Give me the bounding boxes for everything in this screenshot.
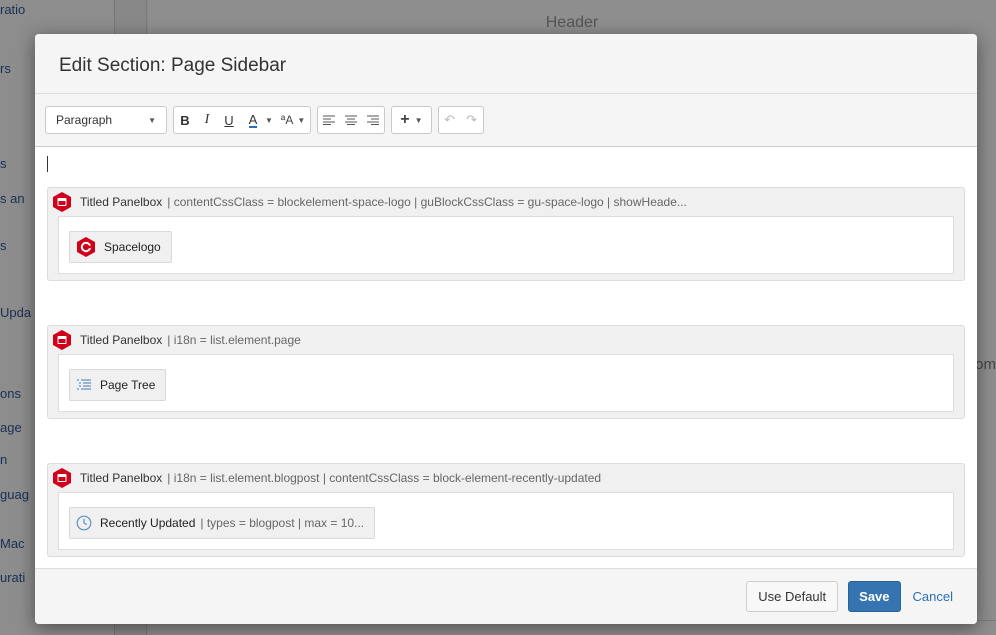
bg-nav-item: s (0, 156, 7, 171)
align-right-button[interactable] (362, 107, 384, 133)
titled-panelbox-macro[interactable]: Titled Panelbox | i18n = list.element.pa… (47, 325, 965, 419)
cancel-link[interactable]: Cancel (911, 589, 953, 604)
text-color-dropdown[interactable]: ▼ (262, 107, 276, 133)
spacelogo-macro[interactable]: Spacelogo (69, 231, 172, 263)
macro-params: | i18n = list.element.page (167, 333, 301, 347)
bg-nav-item: guag (0, 487, 29, 502)
macro-params: | i18n = list.element.blogpost | content… (167, 471, 602, 485)
bg-header-label: Header (545, 14, 599, 31)
bg-nav-item: s (0, 238, 7, 253)
text-color-label: A (248, 111, 258, 128)
macro-header: Titled Panelbox | i18n = list.element.pa… (48, 326, 964, 354)
bg-nav-item: Mac (0, 536, 25, 551)
panelbox-macro-icon (53, 192, 71, 212)
paragraph-group: Paragraph ▼ (45, 106, 167, 134)
macro-body: Spacelogo (58, 216, 954, 274)
plus-icon: + (400, 111, 410, 128)
align-left-button[interactable] (318, 107, 340, 133)
clock-icon (76, 515, 92, 531)
macro-chip-label: Page Tree (100, 378, 156, 392)
undo-icon: ↶ (444, 112, 456, 127)
alignment-group (317, 106, 386, 134)
more-formatting-label: ªA (280, 113, 294, 127)
bg-nav-item: ons (0, 386, 21, 401)
italic-button[interactable]: I (196, 107, 218, 133)
macro-params: | contentCssClass = blockelement-space-l… (167, 195, 687, 209)
bg-nav-item: s an (0, 191, 25, 206)
save-button[interactable]: Save (848, 581, 901, 612)
panelbox-macro-icon (53, 330, 71, 350)
text-format-group: B I U A ▼ ªA ▼ (173, 106, 312, 134)
bg-nav-item: urati (0, 570, 26, 585)
macro-chip-label: Recently Updated (100, 516, 196, 530)
chevron-down-icon: ▼ (265, 115, 273, 125)
bold-button[interactable]: B (174, 107, 196, 133)
chevron-down-icon: ▼ (148, 115, 156, 125)
panelbox-macro-icon (53, 468, 71, 488)
more-formatting-button[interactable]: ªA ▼ (276, 107, 310, 133)
bg-nav-item: ratio (0, 2, 26, 17)
editor-toolbar: Paragraph ▼ B I U A ▼ ªA ▼ + ▼ ↶ ↷ (35, 94, 977, 147)
macro-title: Titled Panelbox (80, 471, 163, 485)
chevron-down-icon: ▼ (414, 115, 423, 125)
redo-button[interactable]: ↷ (461, 107, 483, 133)
paragraph-format-select[interactable]: Paragraph ▼ (46, 107, 166, 133)
text-color-button[interactable]: A (240, 107, 262, 133)
macro-title: Titled Panelbox (80, 333, 163, 347)
undo-button[interactable]: ↶ (439, 107, 461, 133)
redo-icon: ↷ (466, 112, 478, 127)
bg-nav-item: n (0, 452, 8, 467)
align-left-icon (323, 115, 336, 125)
space-logo-icon (76, 237, 96, 257)
align-center-button[interactable] (340, 107, 362, 133)
edit-section-dialog: Edit Section: Page Sidebar Paragraph ▼ B… (35, 34, 977, 624)
macro-body: Recently Updated | types = blogpost | ma… (58, 492, 954, 550)
paragraph-format-label: Paragraph (56, 113, 113, 127)
bg-nav-item: rs (0, 61, 11, 76)
titled-panelbox-macro[interactable]: Titled Panelbox | contentCssClass = bloc… (47, 187, 965, 281)
underline-button[interactable]: U (218, 107, 240, 133)
bg-nav-item: Upda (0, 305, 32, 320)
macro-title: Titled Panelbox (80, 195, 163, 209)
editor-content[interactable]: Titled Panelbox | contentCssClass = bloc… (35, 148, 977, 568)
insert-group: + ▼ (391, 106, 432, 134)
bg-nav-item: age (0, 420, 22, 435)
macro-body: Page Tree (58, 354, 954, 412)
macro-header: Titled Panelbox | i18n = list.element.bl… (48, 464, 964, 492)
align-center-icon (345, 115, 358, 125)
recently-updated-macro[interactable]: Recently Updated | types = blogpost | ma… (69, 507, 376, 539)
history-group: ↶ ↷ (437, 106, 484, 134)
text-cursor (47, 156, 48, 172)
bg-right-fragment: om (975, 356, 996, 373)
titled-panelbox-macro[interactable]: Titled Panelbox | i18n = list.element.bl… (47, 463, 965, 557)
macro-chip-params: | types = blogpost | max = 10... (200, 516, 365, 530)
chevron-down-icon: ▼ (297, 115, 306, 125)
page-tree-macro[interactable]: Page Tree (69, 369, 167, 401)
dialog-footer: Use Default Save Cancel (35, 568, 977, 624)
insert-button[interactable]: + ▼ (392, 107, 430, 133)
macro-header: Titled Panelbox | contentCssClass = bloc… (48, 188, 964, 216)
dialog-header: Edit Section: Page Sidebar (35, 34, 977, 94)
align-right-icon (367, 115, 380, 125)
page-tree-icon (76, 378, 92, 392)
dialog-title: Edit Section: Page Sidebar (59, 55, 287, 76)
use-default-button[interactable]: Use Default (746, 581, 839, 612)
macro-chip-label: Spacelogo (104, 240, 161, 254)
